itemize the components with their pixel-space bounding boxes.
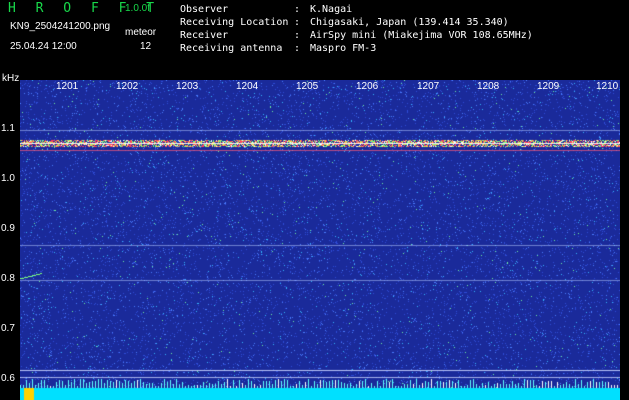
observation-datetime: 25.04.24 12:00 — [10, 41, 77, 52]
x-tick-label: 1201 — [56, 81, 79, 92]
x-tick-label: 1207 — [417, 81, 440, 92]
right-margin — [620, 80, 629, 400]
info-key: Receiving Location — [180, 17, 289, 28]
info-separator: : — [294, 17, 307, 28]
x-tick-label: 1209 — [537, 81, 560, 92]
info-separator: : — [294, 43, 307, 54]
info-row-location: Receiving Location: Chigasaki, Japan (13… — [180, 16, 533, 29]
y-tick-label: 0.6 — [1, 373, 15, 384]
x-tick-label: 1210 — [596, 81, 619, 92]
x-tick-label: 1202 — [116, 81, 139, 92]
info-row-observer: Observer: K.Nagai — [180, 3, 533, 16]
y-tick-label: 0.9 — [1, 223, 15, 234]
image-filename: KN9_2504241200.png — [10, 21, 111, 32]
header-panel: H R O F F T 1.0.0f KN9_2504241200.png me… — [0, 0, 629, 76]
y-tick-label: 1.1 — [1, 123, 15, 134]
info-row-antenna: Receiving antenna: Maspro FM-3 — [180, 42, 533, 55]
info-value: AirSpy mini (Miakejima VOR 108.65MHz) — [310, 30, 533, 41]
info-key: Receiver — [180, 30, 229, 41]
x-tick-label: 1204 — [236, 81, 259, 92]
x-tick-label: 1203 — [176, 81, 199, 92]
info-key: Observer — [180, 4, 229, 15]
y-axis-unit: kHz — [2, 73, 20, 84]
info-separator: : — [294, 4, 307, 15]
app-version: 1.0.0f — [125, 3, 151, 14]
meteor-label: meteor — [125, 27, 157, 38]
info-row-receiver: Receiver: AirSpy mini (Miakejima VOR 108… — [180, 29, 533, 42]
info-value: K.Nagai — [310, 4, 353, 15]
info-value: Chigasaki, Japan (139.414 35.340) — [310, 17, 509, 28]
spectrogram-canvas — [20, 80, 620, 400]
y-tick-label: 0.8 — [1, 273, 15, 284]
y-tick-label: 0.7 — [1, 323, 15, 334]
x-tick-label: 1206 — [356, 81, 379, 92]
info-key: Receiving antenna — [180, 43, 283, 54]
x-tick-label: 1205 — [296, 81, 319, 92]
meteor-count: 12 — [140, 41, 152, 52]
observation-info: Observer: K.Nagai Receiving Location: Ch… — [180, 3, 533, 55]
info-separator: : — [294, 30, 307, 41]
spectrogram-plot[interactable] — [20, 80, 620, 400]
y-tick-label: 1.0 — [1, 173, 15, 184]
info-value: Maspro FM-3 — [310, 43, 377, 54]
x-tick-label: 1208 — [477, 81, 500, 92]
